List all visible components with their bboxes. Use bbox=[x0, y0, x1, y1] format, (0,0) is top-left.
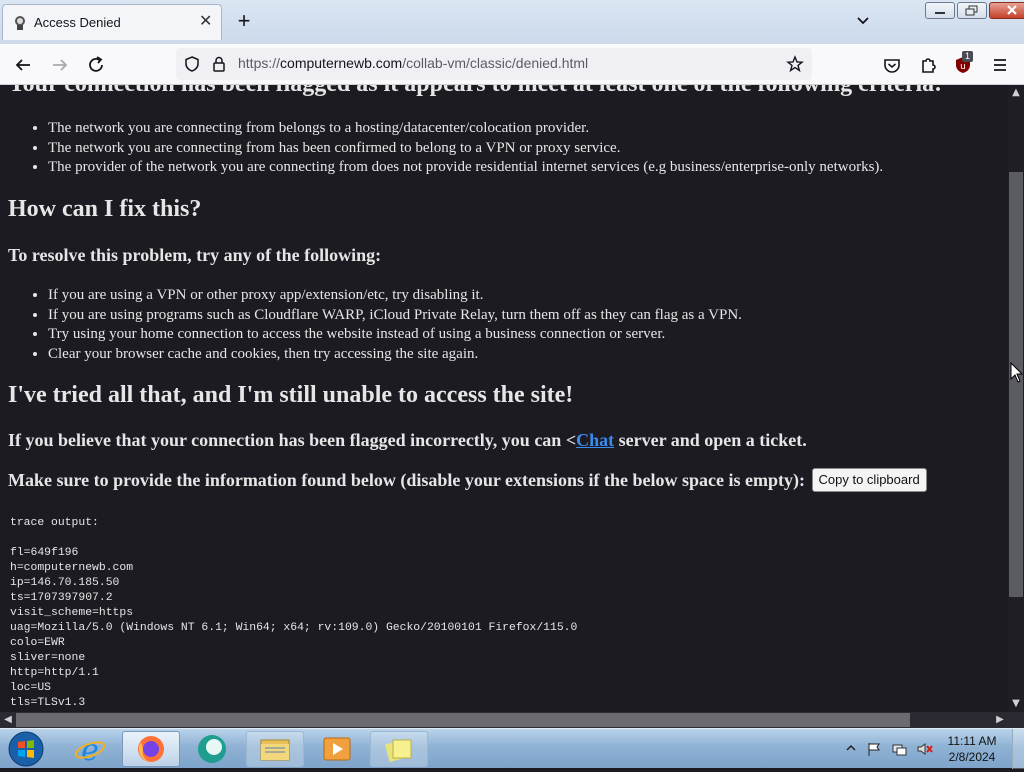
tab-access-denied[interactable]: Access Denied ✕ bbox=[2, 4, 222, 40]
taskbar-file-explorer[interactable] bbox=[246, 731, 304, 767]
taskbar-internet-explorer[interactable]: e bbox=[61, 731, 119, 768]
scroll-up-arrow-icon[interactable]: ▲ bbox=[1008, 85, 1024, 101]
flagged-text-after: server and open a ticket. bbox=[614, 430, 807, 450]
clock-date: 2/8/2024 bbox=[948, 750, 996, 764]
minimize-icon bbox=[935, 12, 945, 14]
list-item: The network you are connecting from belo… bbox=[48, 119, 883, 139]
navigation-toolbar: https://computernewb.com/collab-vm/class… bbox=[0, 44, 1024, 85]
list-item: The network you are connecting from has … bbox=[48, 139, 883, 159]
provide-info-paragraph: Make sure to provide the information fou… bbox=[8, 468, 927, 494]
provide-text: Make sure to provide the information fou… bbox=[8, 470, 806, 491]
tracking-protection-shield-icon[interactable] bbox=[183, 55, 201, 73]
restore-button[interactable] bbox=[957, 2, 987, 19]
network-icon[interactable] bbox=[891, 741, 907, 757]
copy-to-clipboard-button[interactable]: Copy to clipboard bbox=[811, 468, 927, 492]
system-clock[interactable]: 11:11 AM 2/8/2024 bbox=[940, 733, 1004, 765]
svg-text:u: u bbox=[960, 62, 966, 72]
minimize-button[interactable] bbox=[925, 2, 955, 19]
flagged-text-before: If you believe that your connection has … bbox=[8, 430, 577, 450]
list-all-tabs-chevron-icon[interactable] bbox=[852, 10, 874, 32]
clock-time: 11:11 AM bbox=[947, 734, 997, 748]
media-player-icon bbox=[323, 737, 351, 761]
extension-badge: 1 bbox=[962, 51, 974, 62]
padlock-icon[interactable] bbox=[210, 55, 228, 73]
new-tab-button[interactable]: + bbox=[232, 9, 256, 33]
url-path: /collab-vm/classic/denied.html bbox=[402, 55, 589, 71]
bookmark-star-icon[interactable] bbox=[786, 55, 804, 73]
url-text[interactable]: https://computernewb.com/collab-vm/class… bbox=[238, 55, 588, 71]
criteria-heading: Your connection has been flagged as it a… bbox=[8, 85, 942, 98]
chat-link[interactable]: Chat bbox=[576, 430, 614, 450]
start-button-windows-orb-icon[interactable] bbox=[6, 730, 46, 768]
tab-bar: Access Denied ✕ + bbox=[0, 0, 1024, 44]
page-content: Your connection has been flagged as it a… bbox=[0, 85, 1008, 712]
list-item: If you are using a VPN or other proxy ap… bbox=[48, 286, 742, 306]
tab-close-icon[interactable]: ✕ bbox=[199, 12, 212, 32]
forward-arrow-icon[interactable] bbox=[47, 52, 73, 78]
flagged-paragraph: If you believe that your connection has … bbox=[8, 430, 807, 451]
url-host: computernewb.com bbox=[280, 55, 403, 71]
list-item: Try using your home connection to access… bbox=[48, 325, 742, 345]
sticky-notes-icon bbox=[384, 739, 412, 763]
resolve-heading: To resolve this problem, try any of the … bbox=[8, 245, 382, 265]
svg-text:e: e bbox=[81, 733, 99, 767]
vertical-scroll-thumb[interactable] bbox=[1009, 172, 1023, 597]
pocket-icon[interactable] bbox=[879, 52, 905, 78]
steps-list: If you are using a VPN or other proxy ap… bbox=[0, 286, 742, 364]
list-item: If you are using programs such as Cloudf… bbox=[48, 306, 742, 326]
windows-taskbar: e 11:11 AM 2/8/2024 bbox=[0, 728, 1024, 769]
taskbar-chat-app[interactable] bbox=[183, 731, 241, 767]
address-bar[interactable]: https://computernewb.com/collab-vm/class… bbox=[176, 48, 812, 80]
close-window-button[interactable] bbox=[989, 2, 1024, 19]
volume-muted-icon[interactable] bbox=[916, 741, 934, 757]
scroll-left-arrow-icon[interactable]: ◀ bbox=[0, 712, 16, 728]
scroll-down-arrow-icon[interactable]: ▼ bbox=[1008, 696, 1024, 712]
list-item: The provider of the network you are conn… bbox=[48, 158, 883, 178]
taskbar-sticky-notes[interactable] bbox=[370, 731, 428, 767]
action-center-flag-icon[interactable] bbox=[866, 741, 882, 757]
horizontal-scroll-thumb[interactable] bbox=[16, 713, 910, 727]
tried-heading: I've tried all that, and I'm still unabl… bbox=[8, 382, 574, 408]
folder-icon bbox=[260, 739, 290, 761]
vertical-scrollbar[interactable]: ▲ ▼ bbox=[1008, 85, 1024, 712]
hamburger-menu-icon[interactable] bbox=[987, 52, 1013, 78]
show-desktop-button[interactable] bbox=[1012, 729, 1024, 769]
close-window-icon bbox=[1007, 5, 1017, 15]
restore-icon bbox=[965, 5, 978, 16]
back-arrow-icon[interactable] bbox=[10, 52, 36, 78]
taskbar-media-player[interactable] bbox=[308, 731, 366, 767]
show-hidden-icons-arrow-icon[interactable] bbox=[845, 742, 857, 754]
internet-explorer-icon: e bbox=[74, 733, 106, 768]
list-item: Clear your browser cache and cookies, th… bbox=[48, 345, 742, 365]
tab-title: Access Denied bbox=[34, 15, 121, 30]
firefox-icon bbox=[138, 736, 164, 762]
url-prefix: https:// bbox=[238, 55, 281, 71]
site-favicon-icon bbox=[15, 16, 25, 30]
criteria-list: The network you are connecting from belo… bbox=[0, 119, 883, 178]
reload-icon[interactable] bbox=[83, 52, 109, 78]
chat-bubble-icon bbox=[198, 735, 226, 763]
fix-heading: How can I fix this? bbox=[8, 196, 202, 222]
horizontal-scrollbar[interactable]: ◀ ▶ bbox=[0, 712, 1024, 728]
extensions-puzzle-icon[interactable] bbox=[915, 52, 941, 78]
mouse-cursor-icon bbox=[1010, 362, 1024, 383]
trace-output: trace output: fl=649f196 h=computernewb.… bbox=[10, 517, 578, 709]
scroll-right-arrow-icon[interactable]: ▶ bbox=[992, 712, 1008, 728]
taskbar-firefox[interactable] bbox=[122, 731, 180, 767]
